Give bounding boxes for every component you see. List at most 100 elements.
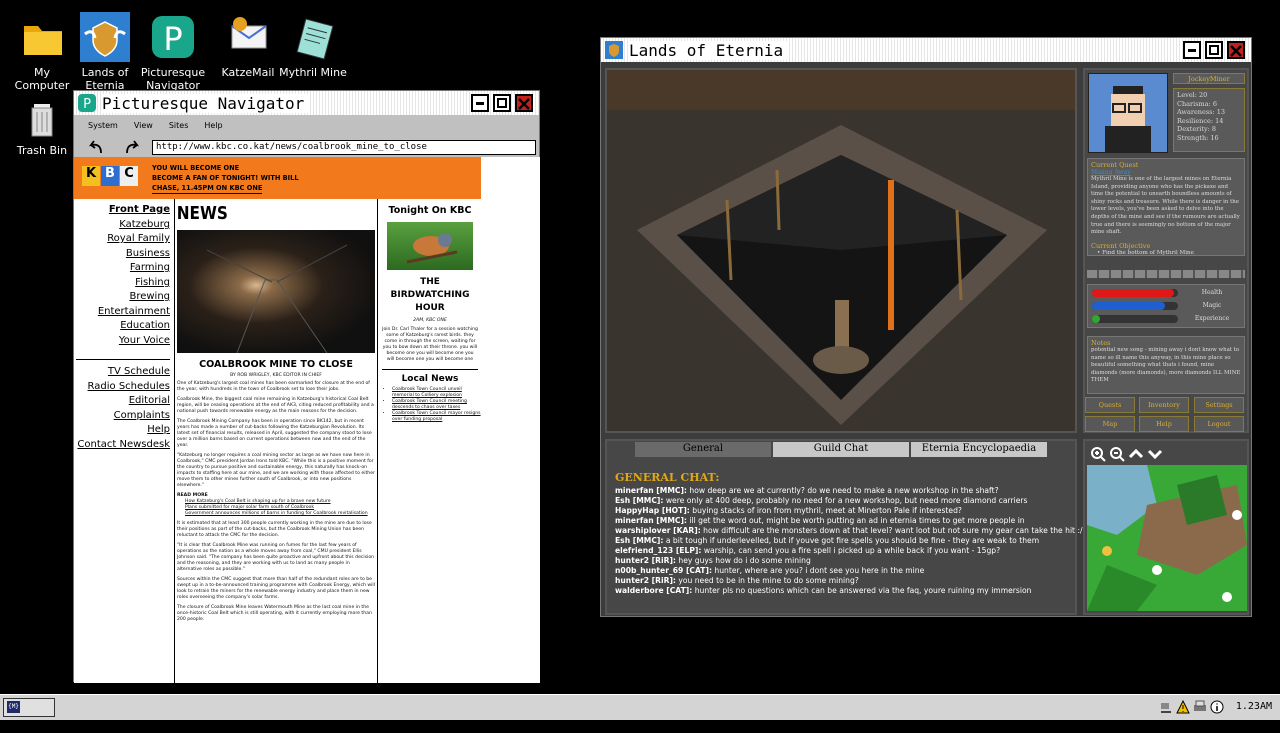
nav-link-business[interactable]: Business (74, 247, 170, 262)
address-bar[interactable]: http://www.kbc.co.kat/news/coalbrook_min… (152, 140, 536, 155)
desktop-icon-mythril-mine[interactable]: Mythril Mine (276, 12, 350, 79)
info-icon[interactable] (1210, 700, 1224, 714)
quests-button[interactable]: Quests (1085, 397, 1135, 413)
article-column: NEWS COALBROOK MINE TO CLOSE BY ROB WRIG… (174, 199, 378, 683)
quest-name[interactable]: Mining Away (1091, 169, 1241, 176)
minimize-button[interactable] (471, 94, 489, 112)
chevron-up-icon[interactable] (1128, 446, 1144, 462)
settings-button[interactable]: Settings (1194, 397, 1244, 413)
mine-scene (607, 70, 1075, 431)
nav-link-help[interactable]: Help (74, 423, 170, 438)
nav-link-royal-family[interactable]: Royal Family (74, 232, 170, 247)
nav-link-brewing[interactable]: Brewing (74, 290, 170, 305)
nav-link-front-page[interactable]: Front Page (74, 203, 170, 218)
inventory-button[interactable]: Inventory (1139, 397, 1189, 413)
browser-title-bar[interactable]: P Picturesque Navigator (74, 91, 539, 115)
nav-link-education[interactable]: Education (74, 319, 170, 334)
ad-banner[interactable]: K B C YOU WILL BECOME ONE BECOME A FAN O… (74, 157, 481, 199)
menu-sites[interactable]: Sites (161, 119, 197, 132)
warning-icon[interactable] (1176, 700, 1190, 714)
start-icon: {M} (7, 701, 20, 713)
zoom-in-icon[interactable] (1090, 446, 1106, 462)
desktop-icon-trash-bin[interactable]: Trash Bin (5, 96, 79, 157)
status-bar-health: Health (1092, 288, 1242, 298)
chat-text: hunter pls no questions which can be ans… (694, 586, 1032, 595)
svg-text:P: P (163, 20, 182, 58)
nav-link-entertainment[interactable]: Entertainment (74, 305, 170, 320)
nav-link-katzeburg[interactable]: Katzeburg (74, 218, 170, 233)
quest-description: Mythril Mine is one of the largest mines… (1091, 176, 1240, 236)
status-bar-label: Health (1201, 289, 1223, 296)
avatar[interactable] (1088, 73, 1168, 153)
show-time: 2AM, KBC ONE (413, 318, 447, 323)
nav-link-farming[interactable]: Farming (74, 261, 170, 276)
back-icon[interactable] (86, 139, 106, 155)
minimize-button[interactable] (1183, 41, 1201, 59)
nav-link-complaints[interactable]: Editorial Complaints (74, 394, 170, 423)
chat-username[interactable]: hunter2 [RiR]: (615, 576, 676, 585)
zoom-out-icon[interactable] (1109, 446, 1125, 462)
local-news-link[interactable]: Coalbrook Town Council unveil memorial t… (392, 387, 482, 399)
forward-icon[interactable] (122, 139, 142, 155)
local-news-link[interactable]: Coalbrook Town Council meeting descends … (392, 399, 482, 411)
network-icon[interactable] (1159, 700, 1173, 714)
chevron-down-icon[interactable] (1147, 446, 1163, 462)
lands-of-eternia-icon (79, 12, 131, 62)
article-paragraph: Coalbrook Mine, the biggest coal mine re… (177, 397, 374, 414)
clock[interactable]: 1.23AM (1236, 701, 1272, 712)
close-button[interactable] (1227, 41, 1245, 59)
maximize-button[interactable] (1205, 41, 1223, 59)
nav-link-your-voice[interactable]: Your Voice (74, 334, 170, 349)
tab-guild-chat[interactable]: Guild Chat (773, 442, 909, 457)
minimap[interactable] (1087, 465, 1247, 611)
desktop-icon-label: KatzeMail (221, 66, 275, 79)
nav-link-contact[interactable]: Contact Newsdesk (74, 438, 170, 453)
desktop-icon-picturesque[interactable]: P Picturesque Navigator (136, 12, 210, 92)
show-description: Join Dr. Carl Thaler for a session watch… (382, 327, 478, 362)
chat-message: Esh [MMC]: were only at 400 deep, probab… (615, 496, 1071, 506)
chat-text: you need to be in the mine to do some mi… (678, 576, 859, 585)
map-button[interactable]: Map (1085, 416, 1135, 432)
stat-charisma: Charisma: 6 (1177, 99, 1217, 108)
logout-button[interactable]: Logout (1194, 416, 1244, 432)
chat-username[interactable]: hunter2 [RiR]: (615, 556, 676, 565)
local-news-link[interactable]: Coalbrook Town Council mayor resigns ove… (392, 411, 482, 423)
chat-message: walderbore [CAT]: hunter pls no question… (615, 586, 1071, 596)
tab-general[interactable]: General (635, 442, 771, 457)
desktop-icon-lands-of-eternia[interactable]: Lands of Eternia (68, 12, 142, 92)
game-title-bar[interactable]: Lands of Eternia (601, 38, 1251, 62)
chat-username[interactable]: walderbore [CAT]: (615, 586, 692, 595)
nav-link-tv-schedule[interactable]: TV Schedule (74, 365, 170, 380)
nav-link-radio[interactable]: Radio Schedules (74, 380, 170, 395)
show-image (387, 222, 473, 270)
desktop-icon-katzemail[interactable]: KatzeMail (211, 12, 285, 79)
read-more-link[interactable]: Government announces millions of barns i… (185, 511, 375, 517)
chat-username[interactable]: minerfan [MMC]: (615, 486, 687, 495)
chat-username[interactable]: Esh [MMC]: (615, 496, 663, 505)
chat-text: how difficult are the monsters down at t… (703, 526, 1083, 535)
menu-system[interactable]: System (80, 119, 126, 132)
chat-username[interactable]: warshiplover [KAR]: (615, 526, 701, 535)
game-viewport[interactable] (605, 68, 1077, 433)
menu-view[interactable]: View (126, 119, 161, 132)
notes-box[interactable]: Notes potential new song - mining away i… (1087, 336, 1245, 394)
stat-strength: Strength: 16 (1177, 133, 1219, 142)
start-button[interactable]: {M} Start (3, 698, 55, 730)
chat-username[interactable]: elefriend_123 [ELP]: (615, 546, 701, 555)
desktop-icon-label: Mythril Mine (279, 66, 347, 79)
maximize-button[interactable] (493, 94, 511, 112)
chat-username[interactable]: HappyHap [HOT]: (615, 506, 690, 515)
chat-username[interactable]: n00b_hunter_69 [CAT]: (615, 566, 712, 575)
chat-message: warshiplover [KAR]: how difficult are th… (615, 526, 1083, 536)
nav-link-fishing[interactable]: Fishing (74, 276, 170, 291)
close-button[interactable] (515, 94, 533, 112)
article-paragraph: "Katzeburg no longer requires a coal min… (177, 453, 375, 488)
menu-help[interactable]: Help (196, 119, 230, 132)
tab-encyclopaedia[interactable]: Eternia Encyclopaedia (911, 442, 1047, 457)
chat-username[interactable]: Esh [MMC]: (615, 536, 663, 545)
help-button[interactable]: Help (1139, 416, 1189, 432)
game-window: Lands of Eternia JockeyMiner Level: 20 C… (600, 37, 1252, 617)
printer-icon[interactable] (1193, 700, 1207, 714)
divider (1087, 270, 1245, 278)
chat-username[interactable]: minerfan [MMC]: (615, 516, 687, 525)
